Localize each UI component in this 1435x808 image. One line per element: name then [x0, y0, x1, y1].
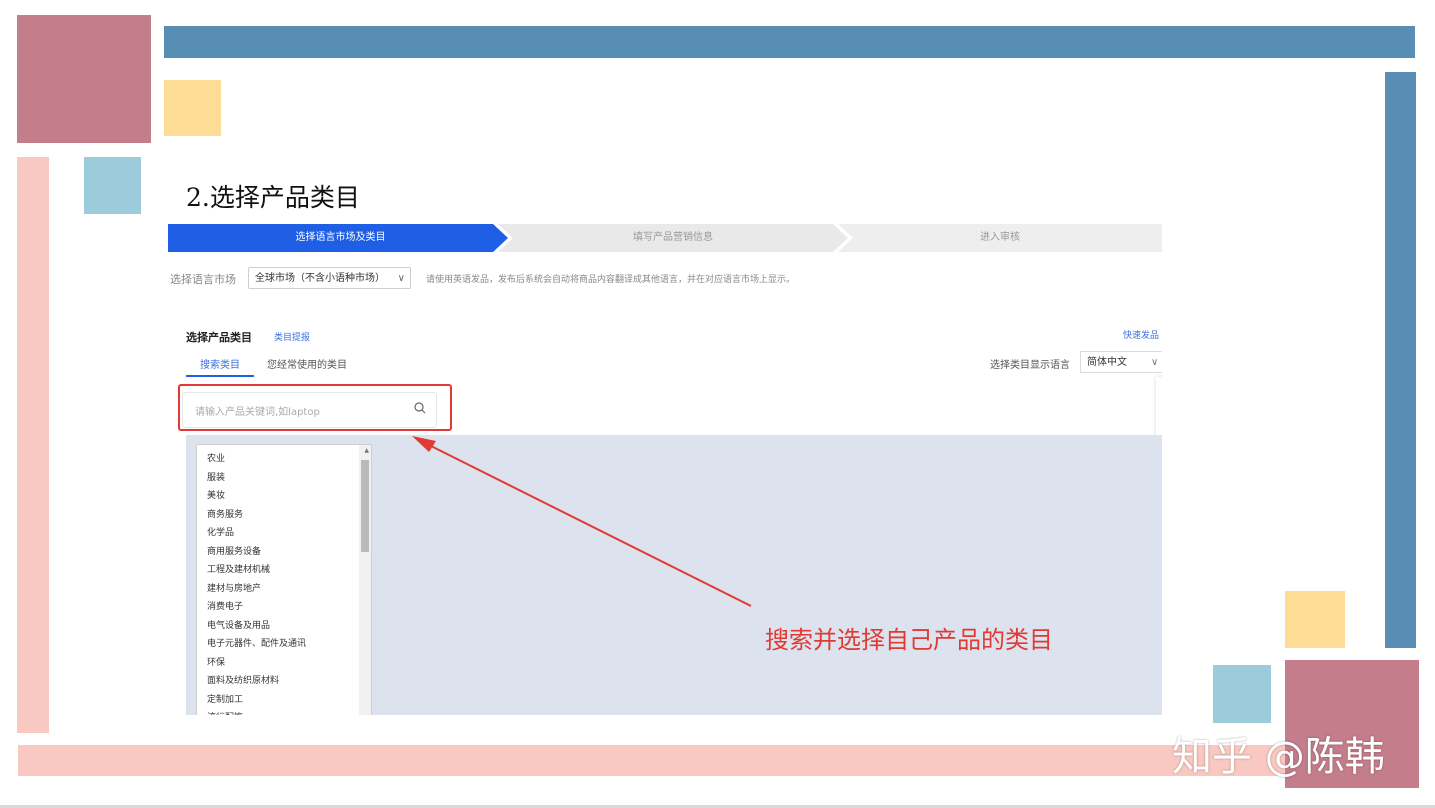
watermark: 知乎 @陈韩 [1172, 734, 1385, 780]
annotation-text: 搜索并选择自己产品的类目 [765, 626, 1053, 654]
annotation-arrow [412, 436, 752, 607]
